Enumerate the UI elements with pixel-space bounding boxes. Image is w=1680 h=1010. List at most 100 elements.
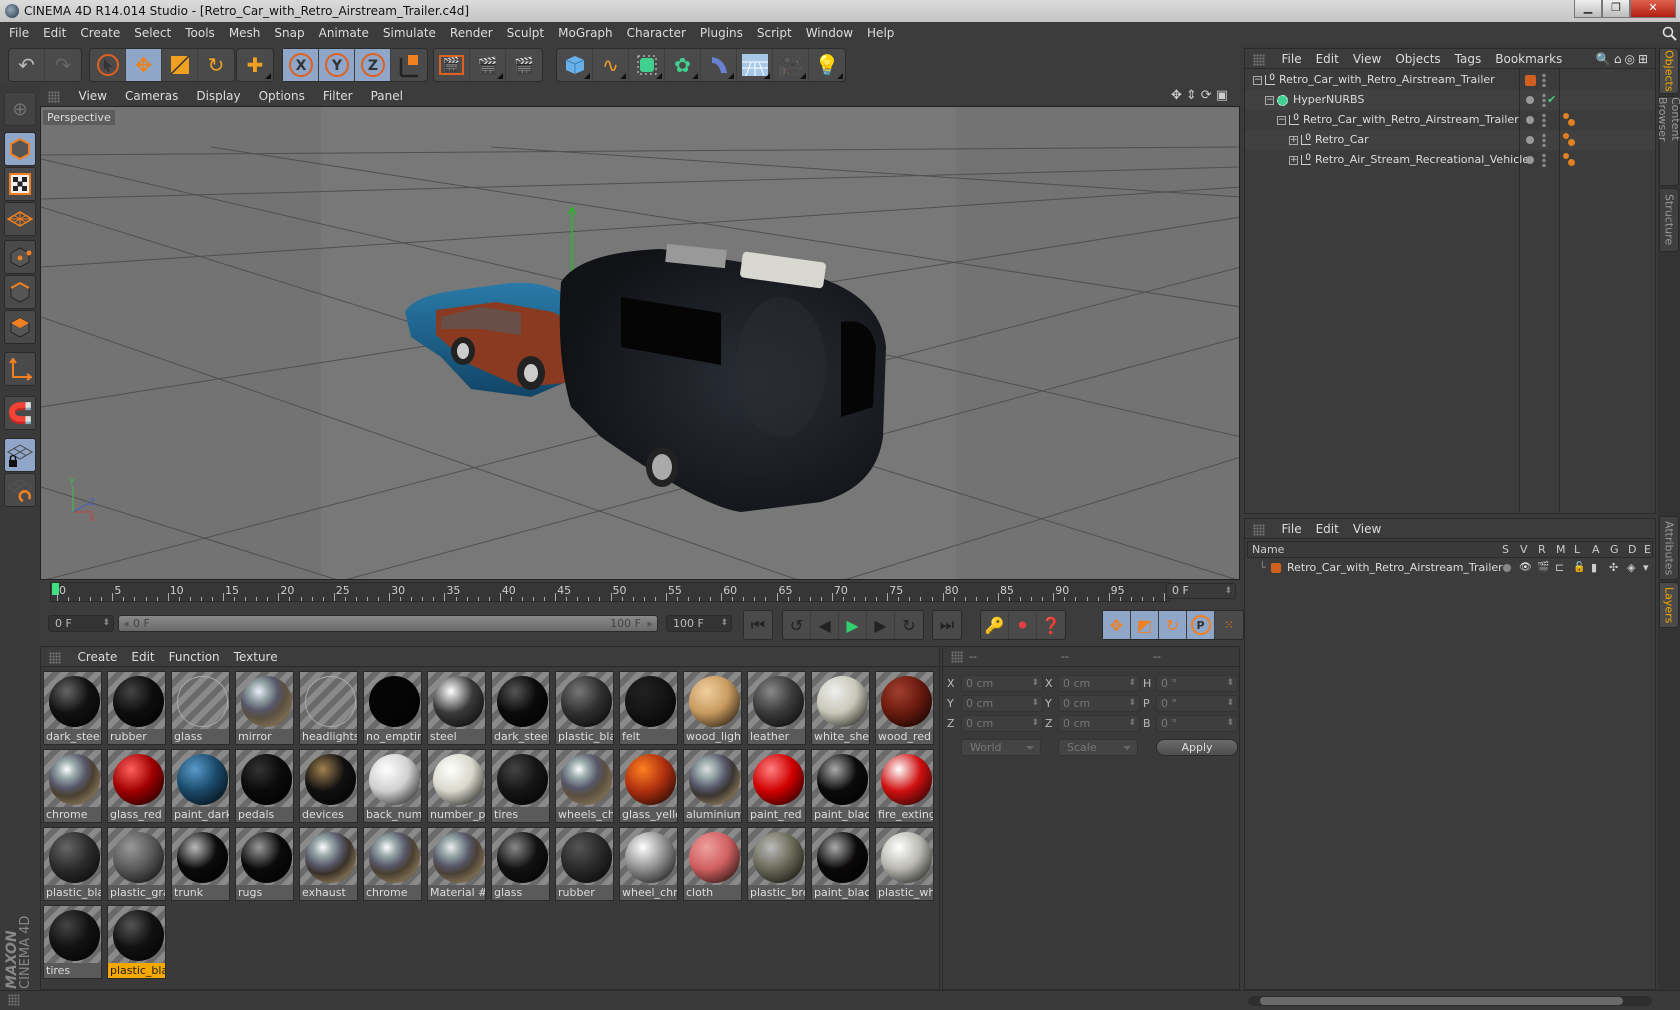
tab-layers[interactable]: Layers bbox=[1659, 582, 1679, 628]
cube-button[interactable] bbox=[557, 49, 593, 81]
viewport-menu-options[interactable]: Options bbox=[250, 86, 314, 106]
move-view-icon[interactable]: ✥ bbox=[1171, 88, 1186, 103]
material-swatch[interactable]: pedals bbox=[235, 749, 294, 823]
menu-character[interactable]: Character bbox=[620, 22, 693, 44]
redo-button[interactable]: ↷ bbox=[45, 49, 81, 81]
collapse-icon[interactable]: − bbox=[1277, 115, 1286, 125]
layer-menu-view[interactable]: View bbox=[1346, 522, 1388, 536]
layer-color-swatch[interactable] bbox=[1271, 563, 1281, 573]
parameter-key-button[interactable]: P bbox=[1187, 611, 1215, 639]
render-settings-button[interactable]: 🎬 bbox=[506, 49, 542, 81]
material-swatch[interactable]: headlights_ bbox=[299, 671, 358, 745]
material-tag-icon[interactable] bbox=[1563, 113, 1575, 127]
menu-simulate[interactable]: Simulate bbox=[376, 22, 443, 44]
menu-file[interactable]: File bbox=[0, 22, 36, 44]
layer-dot[interactable] bbox=[1526, 136, 1534, 144]
col-deformers[interactable]: D bbox=[1628, 542, 1636, 557]
search-icon[interactable] bbox=[1662, 26, 1678, 42]
object-menu-tags[interactable]: Tags bbox=[1448, 49, 1489, 69]
max-frame-field[interactable]: 100 F bbox=[666, 615, 732, 632]
deformer-icon[interactable]: ◈ bbox=[1627, 559, 1635, 577]
material-swatch[interactable]: trunk bbox=[171, 827, 230, 901]
panel-grip-icon[interactable] bbox=[1253, 524, 1265, 536]
col-expressions[interactable]: E bbox=[1644, 542, 1651, 557]
material-swatch[interactable]: plastic_whi bbox=[875, 827, 934, 901]
material-swatch[interactable]: Material #0 bbox=[427, 827, 486, 901]
material-swatch[interactable]: felt bbox=[619, 671, 678, 745]
previous-key-button[interactable]: ↺ bbox=[783, 611, 811, 639]
object-menu-file[interactable]: File bbox=[1275, 49, 1309, 69]
menu-tools[interactable]: Tools bbox=[178, 22, 222, 44]
menu-help[interactable]: Help bbox=[860, 22, 901, 44]
menu-snap[interactable]: Snap bbox=[267, 22, 311, 44]
material-menu-texture[interactable]: Texture bbox=[227, 647, 285, 667]
snap-button[interactable]: 🧲 bbox=[4, 396, 36, 430]
range-right-arrow-icon[interactable]: ▸ bbox=[647, 616, 653, 631]
material-swatch[interactable]: wood_red bbox=[875, 671, 934, 745]
menu-select[interactable]: Select bbox=[127, 22, 178, 44]
eye-icon[interactable]: ◎ bbox=[1624, 52, 1637, 66]
object-menu-edit[interactable]: Edit bbox=[1309, 49, 1346, 69]
select-tool-button[interactable] bbox=[90, 49, 126, 81]
visibility-toggle[interactable] bbox=[1542, 93, 1546, 107]
object-menu-bookmarks[interactable]: Bookmarks bbox=[1488, 49, 1569, 69]
y-axis-button[interactable]: Y bbox=[319, 49, 355, 81]
workplane-mode-button[interactable] bbox=[4, 202, 36, 236]
col-view[interactable]: V bbox=[1520, 542, 1528, 557]
texture-mode-button[interactable] bbox=[4, 167, 36, 201]
col-animation[interactable]: A bbox=[1592, 542, 1600, 557]
add-move-button[interactable]: ✚ bbox=[237, 49, 273, 81]
3d-viewport[interactable]: Y Z X Perspective bbox=[40, 106, 1240, 580]
preview-range-slider[interactable]: ◂ 0 F 100 F ▸ bbox=[118, 615, 658, 632]
col-generators[interactable]: G bbox=[1610, 542, 1619, 557]
menu-render[interactable]: Render bbox=[443, 22, 500, 44]
layer-row[interactable]: └ Retro_Car_with_Retro_Airstream_Trailer… bbox=[1247, 559, 1653, 577]
material-swatch[interactable]: glass_red bbox=[107, 749, 166, 823]
layer-name[interactable]: Retro_Car_with_Retro_Airstream_Trailer bbox=[1287, 559, 1503, 577]
scale-tool-button[interactable] bbox=[162, 49, 198, 81]
model-mode-button[interactable] bbox=[4, 132, 36, 166]
layer-dot[interactable] bbox=[1526, 96, 1534, 104]
point-level-button[interactable]: ⁙ bbox=[1215, 611, 1243, 639]
rotation-key-button[interactable]: ↻ bbox=[1159, 611, 1187, 639]
material-swatch[interactable]: plastic_blac bbox=[555, 671, 614, 745]
material-swatch[interactable]: rubber bbox=[107, 671, 166, 745]
planar-workplane-button[interactable] bbox=[4, 473, 36, 507]
step-back-button[interactable]: ◀ bbox=[811, 611, 839, 639]
points-mode-button[interactable] bbox=[4, 240, 36, 274]
material-swatch[interactable]: paint_dark_ bbox=[171, 749, 230, 823]
menu-window[interactable]: Window bbox=[799, 22, 860, 44]
object-menu-objects[interactable]: Objects bbox=[1388, 49, 1447, 69]
layer-color-swatch[interactable] bbox=[1525, 75, 1536, 86]
autokeying-button[interactable]: ⏺ bbox=[1009, 611, 1037, 639]
expand-icon[interactable]: + bbox=[1289, 135, 1298, 145]
object-row[interactable]: +0 Retro_Air_Stream_Recreational_Vehicle bbox=[1245, 150, 1655, 170]
material-swatch[interactable]: plastic_bro bbox=[747, 827, 806, 901]
restore-button[interactable]: ❐ bbox=[1602, 0, 1630, 18]
object-name[interactable]: HyperNURBS bbox=[1293, 93, 1364, 106]
position-key-button[interactable]: ✥ bbox=[1103, 611, 1131, 639]
layer-dot[interactable] bbox=[1526, 156, 1534, 164]
visibility-toggle[interactable] bbox=[1542, 153, 1546, 167]
material-menu-create[interactable]: Create bbox=[71, 647, 125, 667]
menu-sculpt[interactable]: Sculpt bbox=[500, 22, 551, 44]
generator-icon[interactable]: ✣ bbox=[1609, 559, 1618, 577]
material-swatch[interactable]: number_pa bbox=[427, 749, 486, 823]
layer-menu-edit[interactable]: Edit bbox=[1309, 522, 1346, 536]
visibility-toggle[interactable] bbox=[1542, 73, 1546, 87]
col-name[interactable]: Name bbox=[1252, 542, 1284, 557]
material-swatch[interactable]: white_shea bbox=[811, 671, 870, 745]
object-name[interactable]: Retro_Car_with_Retro_Airstream_Trailer bbox=[1303, 113, 1519, 126]
viewport-menu-filter[interactable]: Filter bbox=[314, 86, 362, 106]
material-swatch[interactable]: leather bbox=[747, 671, 806, 745]
lock-icon[interactable]: 🔓 bbox=[1573, 559, 1585, 577]
go-to-start-button[interactable]: ⏮ bbox=[744, 611, 772, 639]
material-swatch[interactable]: chrome bbox=[43, 749, 102, 823]
animation-film-icon[interactable]: ▮ bbox=[1591, 559, 1597, 577]
rotate-view-icon[interactable]: ⟳ bbox=[1201, 88, 1216, 103]
viewport-menu-cameras[interactable]: Cameras bbox=[116, 86, 187, 106]
maximize-view-icon[interactable]: ▣ bbox=[1216, 88, 1232, 103]
render-clapper-icon[interactable]: 🎬 bbox=[1537, 559, 1549, 577]
object-row[interactable]: −0 Retro_Car_with_Retro_Airstream_Trailer bbox=[1245, 70, 1655, 90]
material-swatch[interactable]: paint_red bbox=[747, 749, 806, 823]
